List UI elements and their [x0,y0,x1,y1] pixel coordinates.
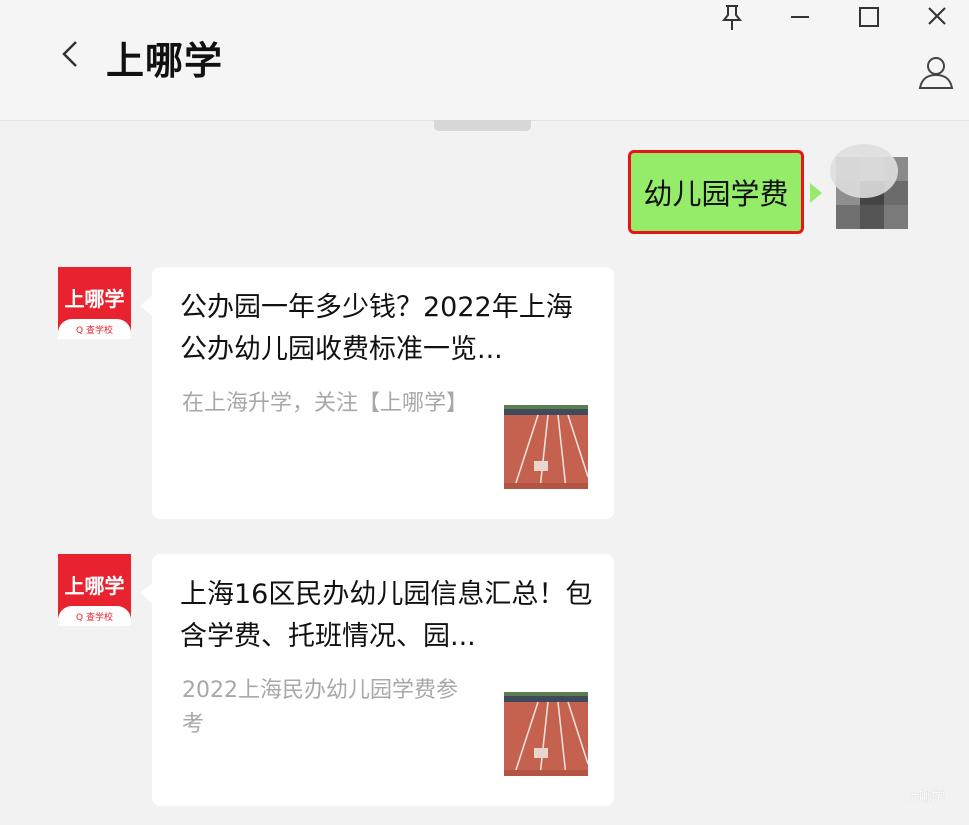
my-message-text: 幼儿园学费 [643,177,789,211]
minimize-button[interactable] [782,2,818,32]
article-title: 上海16区民办幼儿园信息汇总！包含学费、托班情况、园... [180,579,593,652]
avatar-logo-text: 上哪学 [64,574,125,598]
back-button[interactable] [56,36,88,72]
maximize-icon [859,7,879,27]
avatar-logo-text: 上哪学 [64,287,125,311]
chevron-left-icon [62,41,77,67]
account-avatar[interactable]: 上哪学 Q 查学校 [58,267,131,339]
scroll-grip[interactable] [434,120,531,131]
my-bubble-tail [810,183,822,203]
chat-title: 上哪学 [106,39,224,83]
article-title: 公办园一年多少钱？2022年上海公办幼儿园收费标准一览... [180,292,573,365]
minimize-icon [791,16,809,18]
card-tail [140,583,152,603]
article-card[interactable]: 公办园一年多少钱？2022年上海公办幼儿园收费标准一览... 在上海升学，关注【… [152,267,614,519]
card-tail [140,296,152,316]
avatar-logo-sub: Q 查学校 [76,613,113,623]
pin-button[interactable] [714,2,750,32]
account-avatar[interactable]: 上哪学 Q 查学校 [58,554,131,626]
person-icon [918,57,954,89]
maximize-button[interactable] [851,2,887,32]
article-thumbnail [504,405,588,489]
article-thumbnail [504,692,588,776]
profile-button[interactable] [914,52,958,92]
chat-header: 上哪学 [0,0,969,121]
article-card[interactable]: 上海16区民办幼儿园信息汇总！包含学费、托班情况、园... 2022上海民办幼儿… [152,554,614,806]
article-description: 2022上海民办幼儿园学费参考 [182,678,458,737]
pin-icon [721,5,743,30]
avatar-logo-sub: Q 查学校 [76,326,113,336]
my-avatar[interactable] [830,143,908,231]
close-button[interactable] [919,2,955,32]
close-icon [928,7,946,25]
my-message-bubble[interactable]: 幼儿园学费 [628,150,804,234]
watermark: 上哪学 [906,790,946,805]
article-description: 在上海升学，关注【上哪学】 [182,391,469,416]
